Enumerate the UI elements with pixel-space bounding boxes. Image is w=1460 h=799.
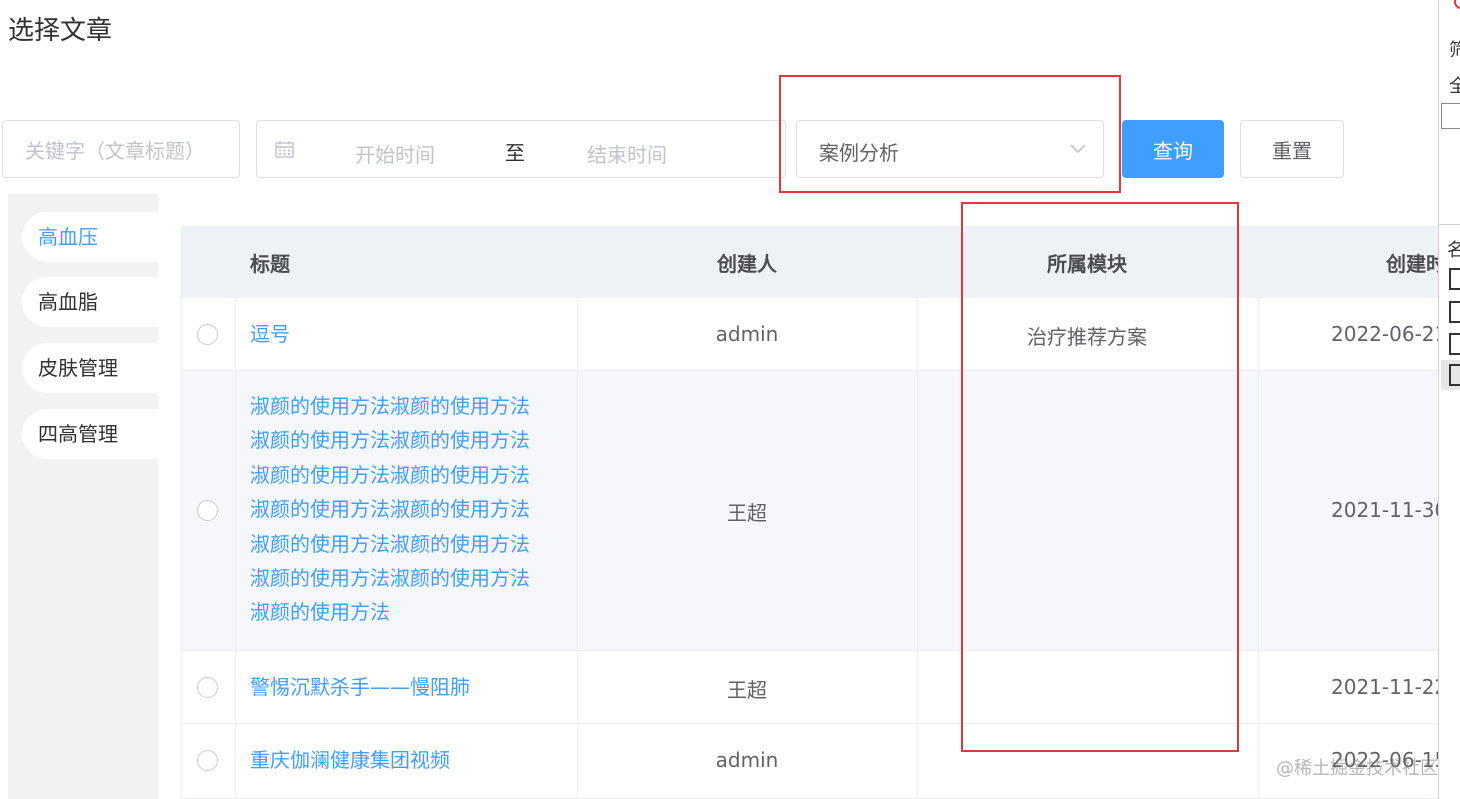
- adjacent-window-strip: 筛 全 名: [1438, 0, 1460, 799]
- creator-cell: 王超: [727, 501, 767, 525]
- annotation-box-module-column: [961, 202, 1239, 752]
- article-title-link[interactable]: 逗号: [250, 317, 290, 351]
- article-title-link[interactable]: 重庆伽澜健康集团视频: [250, 743, 450, 777]
- sidebar-item-skin-care[interactable]: 皮肤管理: [22, 343, 158, 393]
- strip-checkbox[interactable]: [1449, 333, 1460, 355]
- title-line: 淑颜的使用方法淑颜的使用方法: [250, 394, 530, 418]
- article-title-link[interactable]: 淑颜的使用方法淑颜的使用方法 淑颜的使用方法淑颜的使用方法 淑颜的使用方法淑颜的…: [250, 389, 530, 630]
- table-row[interactable]: 淑颜的使用方法淑颜的使用方法 淑颜的使用方法淑颜的使用方法 淑颜的使用方法淑颜的…: [182, 371, 1460, 651]
- article-picker-dialog: 选择文章 关键字（文章标题） 开始时间 至 结束时间 案例分析 查询 重置 高血…: [0, 0, 1460, 799]
- strip-text-name: 名: [1447, 236, 1460, 262]
- sidebar-item-hyperlipidemia[interactable]: 高血脂: [22, 277, 158, 327]
- reset-button[interactable]: 重置: [1240, 120, 1344, 178]
- title-line: 淑颜的使用方法: [250, 600, 390, 625]
- table-row[interactable]: 警惕沉默杀手——慢阻肺 王超 2021-11-22: [182, 651, 1460, 724]
- category-sidebar: 高血压 高血脂 皮肤管理 四高管理: [8, 194, 158, 799]
- row-radio[interactable]: [197, 677, 218, 698]
- row-radio[interactable]: [197, 324, 218, 345]
- articles-table: 标题 创建人 所属模块 创建时 逗号 admin 治疗推荐方案 2022-06-…: [181, 226, 1460, 799]
- strip-input[interactable]: [1441, 103, 1460, 129]
- article-title-link[interactable]: 警惕沉默杀手——慢阻肺: [250, 670, 470, 704]
- title-line: 淑颜的使用方法淑颜的使用方法: [250, 428, 530, 453]
- date-range-picker[interactable]: 开始时间 至 结束时间: [256, 120, 786, 178]
- column-header-title: 标题: [250, 252, 290, 276]
- dialog-title: 选择文章: [8, 16, 113, 46]
- created-date-cell: 2021-11-30: [1331, 498, 1448, 522]
- sidebar-item-four-highs[interactable]: 四高管理: [22, 409, 158, 459]
- watermark: @稀土掘金技术社区: [1276, 758, 1438, 779]
- circle-icon: [1454, 0, 1460, 9]
- creator-cell: admin: [715, 322, 779, 346]
- query-button[interactable]: 查询: [1122, 120, 1224, 178]
- start-date-input[interactable]: 开始时间: [355, 139, 435, 168]
- created-date-cell: 2022-06-21: [1331, 322, 1448, 346]
- row-radio[interactable]: [197, 500, 218, 521]
- calendar-icon: [275, 141, 294, 158]
- column-header-creator: 创建人: [717, 252, 777, 276]
- row-radio[interactable]: [197, 750, 218, 771]
- strip-checkbox[interactable]: [1449, 301, 1460, 323]
- annotation-box-select: [779, 75, 1121, 193]
- creator-cell: admin: [715, 748, 779, 772]
- title-line: 淑颜的使用方法淑颜的使用方法: [250, 566, 530, 591]
- title-line: 淑颜的使用方法淑颜的使用方法: [250, 497, 530, 522]
- table-row[interactable]: 逗号 admin 治疗推荐方案 2022-06-21: [182, 298, 1460, 371]
- title-line: 淑颜的使用方法淑颜的使用方法: [250, 462, 530, 487]
- keyword-placeholder: 关键字（文章标题）: [25, 138, 205, 163]
- date-separator: 至: [505, 141, 525, 165]
- title-line: 淑颜的使用方法淑颜的使用方法: [250, 531, 530, 556]
- table-header: 标题 创建人 所属模块 创建时: [182, 226, 1460, 298]
- keyword-search-input[interactable]: 关键字（文章标题）: [2, 120, 240, 178]
- table-row[interactable]: 重庆伽澜健康集团视频 admin 2022-06-15: [182, 724, 1460, 799]
- strip-checkbox[interactable]: [1449, 268, 1460, 290]
- strip-text-filter: 筛: [1449, 36, 1460, 62]
- sidebar-item-hypertension[interactable]: 高血压: [22, 212, 158, 262]
- column-header-created: 创建时: [1386, 252, 1446, 276]
- strip-checkbox[interactable]: [1449, 364, 1460, 386]
- created-date-cell: 2021-11-22: [1331, 675, 1448, 699]
- end-date-input[interactable]: 结束时间: [587, 139, 667, 168]
- strip-text-all: 全: [1449, 72, 1460, 98]
- creator-cell: 王超: [727, 678, 767, 702]
